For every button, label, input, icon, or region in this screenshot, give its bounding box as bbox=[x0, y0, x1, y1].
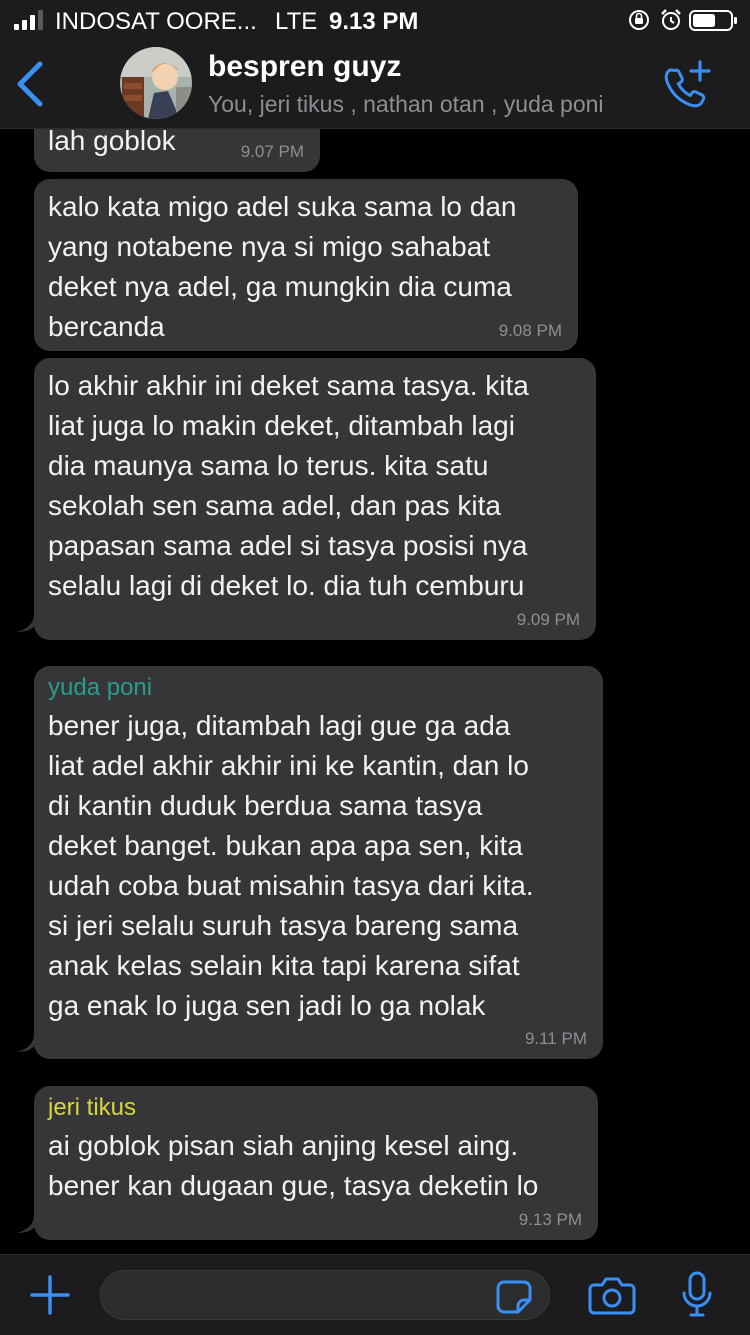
alarm-icon bbox=[661, 9, 681, 30]
message-bubble[interactable]: yuda poni bener juga, ditambah lagi gue … bbox=[34, 666, 603, 1059]
bubble-tail bbox=[16, 1215, 38, 1233]
message-input[interactable] bbox=[100, 1270, 550, 1320]
message-time: 9.11 PM bbox=[524, 1029, 587, 1048]
battery-icon bbox=[689, 10, 737, 31]
chat-title[interactable]: bespren guyz bbox=[208, 50, 401, 84]
back-chevron-icon[interactable] bbox=[14, 60, 48, 108]
signal-icon bbox=[14, 10, 43, 30]
composer-bar bbox=[0, 1254, 750, 1335]
message-bubble[interactable]: jeri tikus ai goblok pisan siah anjing k… bbox=[34, 1086, 598, 1240]
sticker-icon[interactable] bbox=[496, 1280, 532, 1314]
status-icons bbox=[629, 9, 737, 31]
carrier-name: INDOSAT OORE... bbox=[55, 8, 257, 35]
message-list[interactable]: lah goblok 9.07 PM kalo kata migo adel s… bbox=[0, 129, 750, 1254]
camera-icon[interactable] bbox=[588, 1275, 636, 1315]
bubble-tail bbox=[16, 614, 38, 632]
message-bubble[interactable]: kalo kata migo adel suka sama lo dan yan… bbox=[34, 179, 578, 351]
message-text: bener juga, ditambah lagi gue ga ada lia… bbox=[48, 710, 534, 1021]
sender-name[interactable]: jeri tikus bbox=[48, 1090, 584, 1126]
microphone-icon[interactable] bbox=[680, 1271, 714, 1319]
add-call-icon[interactable] bbox=[660, 58, 714, 110]
clock: 9.13 PM bbox=[329, 8, 419, 35]
group-members[interactable]: You, jeri tikus , nathan otan , yuda pon… bbox=[208, 91, 604, 118]
sender-name[interactable]: yuda poni bbox=[48, 670, 589, 706]
group-avatar[interactable] bbox=[120, 47, 192, 119]
network-type: LTE bbox=[275, 8, 318, 35]
status-bar: INDOSAT OORE... LTE 9.13 PM bbox=[0, 0, 750, 40]
message-time: 9.08 PM bbox=[498, 321, 562, 340]
message-time: 9.09 PM bbox=[516, 610, 580, 629]
message-bubble[interactable]: lo akhir akhir ini deket sama tasya. kit… bbox=[34, 358, 596, 640]
orientation-lock-icon bbox=[629, 10, 649, 30]
message-time: 9.07 PM bbox=[240, 142, 304, 161]
chat-header: bespren guyz You, jeri tikus , nathan ot… bbox=[0, 40, 750, 129]
message-bubble[interactable]: lah goblok 9.07 PM bbox=[34, 129, 320, 172]
message-text: kalo kata migo adel suka sama lo dan yan… bbox=[48, 191, 517, 342]
plus-icon[interactable] bbox=[30, 1275, 70, 1315]
message-time: 9.13 PM bbox=[518, 1210, 582, 1229]
message-text: lo akhir akhir ini deket sama tasya. kit… bbox=[48, 370, 529, 601]
bubble-tail bbox=[16, 1034, 38, 1052]
message-text: ai goblok pisan siah anjing kesel aing. … bbox=[48, 1130, 539, 1201]
